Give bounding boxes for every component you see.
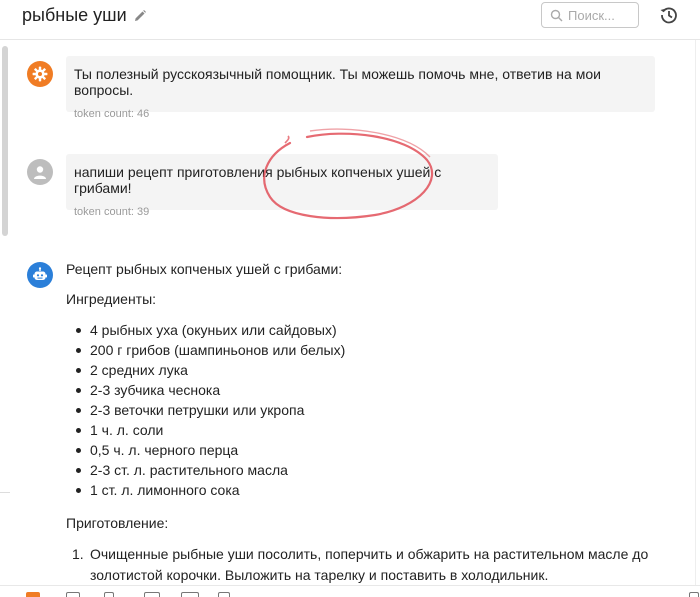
- user-icon: [34, 166, 46, 179]
- robot-icon: [33, 267, 47, 280]
- divider: [0, 492, 10, 493]
- step-text: Очищенные рыбные уши посолить, поперчить…: [90, 546, 649, 583]
- divider: [695, 40, 696, 585]
- list-item: 4 рыбных уха (окуньих или сайдовых): [66, 320, 686, 340]
- search-box[interactable]: [541, 2, 639, 28]
- pencil-icon[interactable]: [133, 9, 147, 23]
- header: рыбные уши: [0, 0, 700, 40]
- input-toolbar: [0, 585, 700, 597]
- folder-icon[interactable]: [181, 592, 199, 597]
- search-input[interactable]: [568, 7, 628, 23]
- user-message: напиши рецепт приготовления рыбных копче…: [66, 154, 498, 218]
- assistant-avatar: [27, 262, 53, 288]
- gear-icon: [32, 66, 48, 82]
- list-item: 2-3 зубчика чеснока: [66, 380, 686, 400]
- steps-list: 1. Очищенные рыбные уши посолить, поперч…: [66, 544, 686, 586]
- model-icon[interactable]: [26, 592, 40, 597]
- token-count: token count: 39: [74, 206, 150, 218]
- list-item: 1 ч. л. соли: [66, 420, 686, 440]
- history-icon[interactable]: [659, 5, 679, 25]
- token-count: token count: 46: [74, 108, 150, 120]
- message-text: напиши рецепт приготовления рыбных копче…: [74, 164, 442, 196]
- list-item: 2 средних лука: [66, 360, 686, 380]
- ingredients-heading: Ингредиенты:: [66, 291, 157, 307]
- ingredients-list: 4 рыбных уха (окуньих или сайдовых) 200 …: [66, 320, 686, 500]
- search-icon: [550, 9, 563, 21]
- system-message: Ты полезный русскоязычный помощник. Ты м…: [66, 56, 655, 120]
- system-avatar: [27, 61, 53, 87]
- list-item: 0,5 ч. л. черного перца: [66, 440, 686, 460]
- send-icon[interactable]: [689, 592, 699, 597]
- answer-intro: Рецепт рыбных копченых ушей с грибами:: [66, 261, 343, 277]
- assistant-message: Рецепт рыбных копченых ушей с грибами: И…: [66, 260, 686, 586]
- expand-icon[interactable]: [66, 592, 80, 597]
- list-item: 2-3 ст. л. растительного масла: [66, 460, 686, 480]
- copy-icon[interactable]: [104, 592, 114, 597]
- user-avatar: [27, 159, 53, 185]
- list-item: 200 г грибов (шампиньонов или белых): [66, 340, 686, 360]
- chat-icon[interactable]: [144, 592, 160, 597]
- step-number: 1.: [72, 546, 84, 562]
- file-icon[interactable]: [218, 592, 230, 597]
- list-item: 1. Очищенные рыбные уши посолить, поперч…: [66, 544, 686, 586]
- list-item: 2-3 веточки петрушки или укропа: [66, 400, 686, 420]
- preparation-heading: Приготовление:: [66, 515, 169, 531]
- scrollbar-thumb[interactable]: [2, 46, 8, 236]
- chat-title[interactable]: рыбные уши: [22, 5, 147, 26]
- list-item: 1 ст. л. лимонного сока: [66, 480, 686, 500]
- chat-title-text: рыбные уши: [22, 5, 127, 25]
- message-text: Ты полезный русскоязычный помощник. Ты м…: [74, 66, 601, 98]
